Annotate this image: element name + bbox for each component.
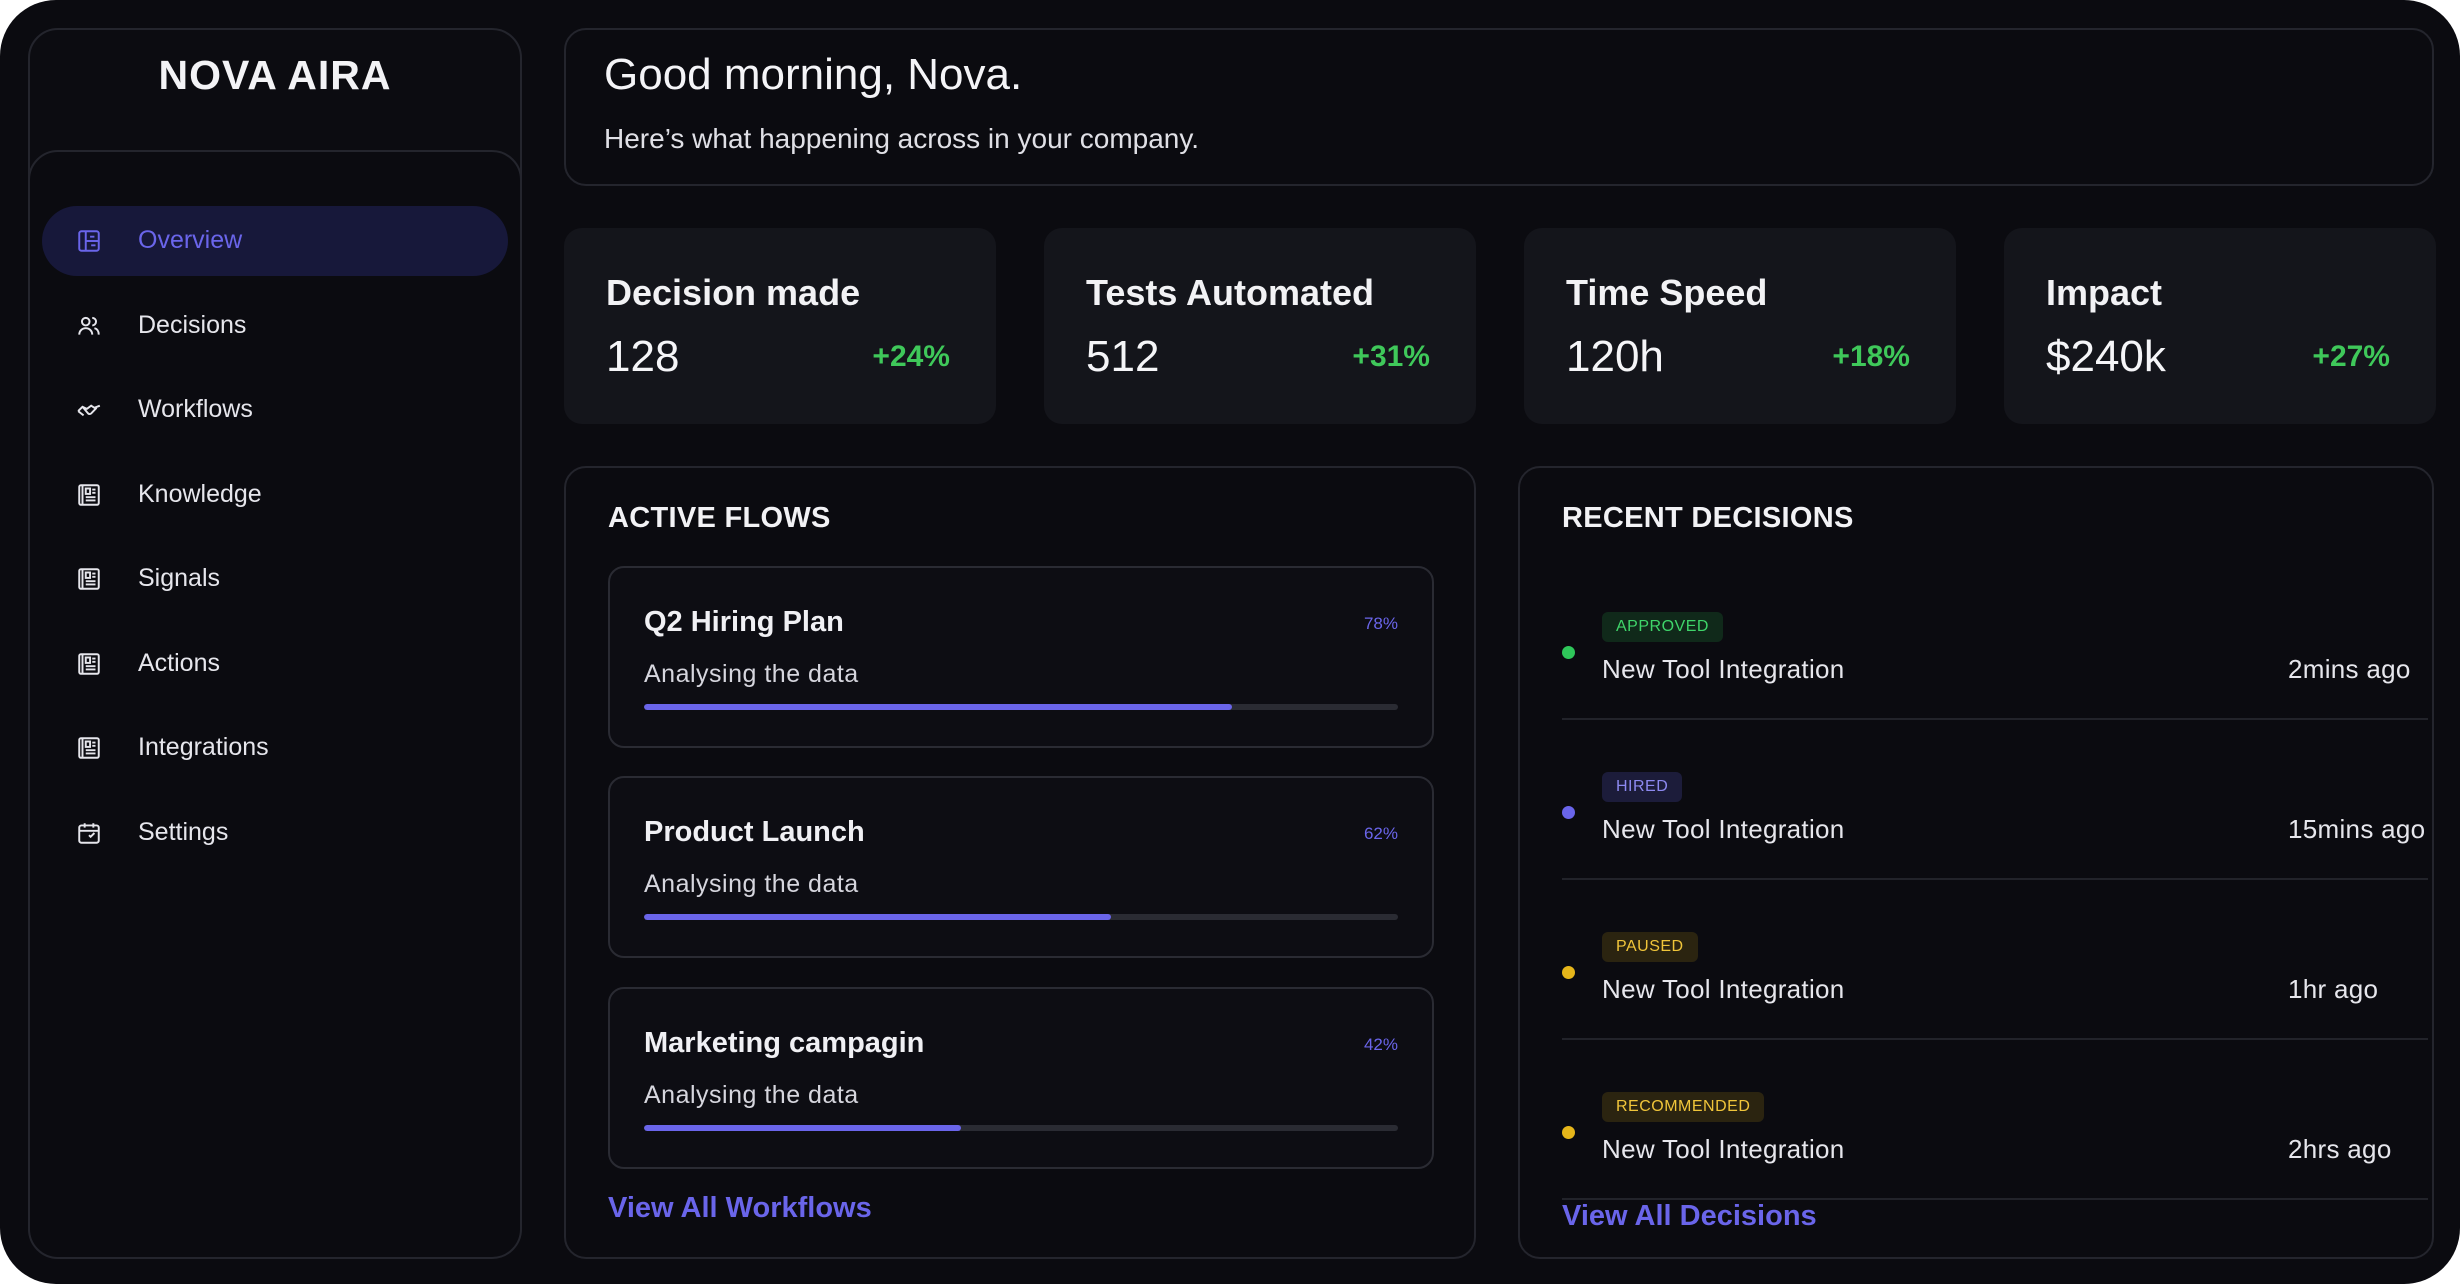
progress-bar bbox=[644, 1125, 1398, 1131]
divider bbox=[1562, 878, 2428, 880]
decision-name: New Tool Integration bbox=[1602, 1134, 1845, 1164]
active-flows-panel: ACTIVE FLOWS Q2 Hiring Plan 78% Analysin… bbox=[564, 466, 1476, 1259]
section-title: RECENT DECISIONS bbox=[1562, 502, 1854, 534]
sidebar-item-actions[interactable]: Actions bbox=[42, 629, 508, 699]
sidebar-item-label: Signals bbox=[138, 564, 220, 592]
document-icon bbox=[76, 651, 102, 677]
sidebar-item-label: Overview bbox=[138, 226, 243, 254]
progress-bar bbox=[644, 704, 1398, 710]
sidebar: NOVA AIRA Overview Decisions Workflows K… bbox=[28, 28, 522, 1259]
sidebar-item-label: Settings bbox=[138, 818, 229, 846]
stat-title: Impact bbox=[2046, 272, 2163, 313]
status-dot bbox=[1562, 646, 1575, 659]
status-dot bbox=[1562, 1126, 1575, 1139]
progress-fill bbox=[644, 914, 1112, 920]
sidebar-item-workflows[interactable]: Workflows bbox=[42, 375, 508, 445]
decision-time: 2mins ago bbox=[2288, 654, 2411, 684]
flow-status: Analysing the data bbox=[644, 1081, 859, 1109]
flow-percent: 78% bbox=[1363, 614, 1398, 633]
brand-logo: NOVA AIRA bbox=[158, 52, 392, 98]
flow-name: Marketing campagin bbox=[644, 1027, 925, 1059]
stat-value: 512 bbox=[1086, 332, 1160, 381]
flow-status: Analysing the data bbox=[644, 660, 859, 688]
sidebar-item-integrations[interactable]: Integrations bbox=[42, 713, 508, 783]
decision-name: New Tool Integration bbox=[1602, 974, 1845, 1004]
sidebar-nav: Overview Decisions Workflows Knowledge S… bbox=[28, 150, 522, 1259]
stat-change: +18% bbox=[1832, 340, 1910, 373]
list-item[interactable]: APPROVED New Tool Integration 2mins ago bbox=[1520, 592, 2436, 752]
recent-decisions-panel: RECENT DECISIONS APPROVED New Tool Integ… bbox=[1518, 466, 2434, 1259]
stat-card-tests: Tests Automated 512 +31% bbox=[1044, 228, 1476, 424]
flow-percent: 62% bbox=[1363, 824, 1398, 843]
app-window: NOVA AIRA Overview Decisions Workflows K… bbox=[0, 0, 2460, 1284]
status-dot bbox=[1562, 806, 1575, 819]
decision-name: New Tool Integration bbox=[1602, 814, 1845, 844]
list-item[interactable]: HIRED New Tool Integration 15mins ago bbox=[1520, 752, 2436, 912]
status-badge: PAUSED bbox=[1602, 932, 1698, 962]
sidebar-item-label: Decisions bbox=[138, 311, 247, 339]
sidebar-item-label: Integrations bbox=[138, 733, 269, 761]
handshake-icon bbox=[76, 397, 102, 423]
sidebar-item-knowledge[interactable]: Knowledge bbox=[42, 460, 508, 530]
list-item[interactable]: PAUSED New Tool Integration 1hr ago bbox=[1520, 912, 2436, 1072]
greeting-subtitle: Here’s what happening across in your com… bbox=[604, 123, 1200, 154]
document-icon bbox=[76, 566, 102, 592]
progress-fill bbox=[644, 704, 1233, 710]
status-badge: HIRED bbox=[1602, 772, 1683, 802]
sidebar-item-label: Workflows bbox=[138, 395, 253, 423]
greeting: Good morning, Nova. bbox=[604, 50, 1023, 99]
stat-value: $240k bbox=[2046, 332, 2166, 381]
status-badge: APPROVED bbox=[1602, 612, 1723, 642]
flow-card[interactable]: Product Launch 62% Analysing the data bbox=[608, 776, 1434, 958]
sidebar-item-decisions[interactable]: Decisions bbox=[42, 291, 508, 361]
view-all-decisions-link[interactable]: View All Decisions bbox=[1562, 1200, 1817, 1233]
welcome-header: Good morning, Nova. Here’s what happenin… bbox=[564, 28, 2434, 186]
sidebar-item-overview[interactable]: Overview bbox=[42, 206, 508, 276]
stat-card-decisions: Decision made 128 +24% bbox=[564, 228, 996, 424]
progress-fill bbox=[644, 1125, 961, 1131]
section-title: ACTIVE FLOWS bbox=[608, 502, 831, 534]
stat-change: +24% bbox=[872, 340, 950, 373]
stat-card-time-speed: Time Speed 120h +18% bbox=[1524, 228, 1956, 424]
users-icon bbox=[76, 313, 102, 339]
flow-card[interactable]: Marketing campagin 42% Analysing the dat… bbox=[608, 987, 1434, 1169]
flow-percent: 42% bbox=[1363, 1035, 1398, 1054]
stat-card-impact: Impact $240k +27% bbox=[2004, 228, 2436, 424]
status-dot bbox=[1562, 966, 1575, 979]
sidebar-item-signals[interactable]: Signals bbox=[42, 544, 508, 614]
flow-card[interactable]: Q2 Hiring Plan 78% Analysing the data bbox=[608, 566, 1434, 748]
calendar-icon bbox=[76, 820, 102, 846]
sidebar-item-label: Knowledge bbox=[138, 480, 262, 508]
document-icon bbox=[76, 735, 102, 761]
stat-change: +31% bbox=[1352, 340, 1430, 373]
stat-title: Tests Automated bbox=[1086, 272, 1375, 313]
decision-time: 15mins ago bbox=[2288, 814, 2426, 844]
flow-status: Analysing the data bbox=[644, 870, 859, 898]
flow-name: Q2 Hiring Plan bbox=[644, 606, 844, 638]
progress-bar bbox=[644, 914, 1398, 920]
sidebar-item-settings[interactable]: Settings bbox=[42, 798, 508, 868]
decision-time: 2hrs ago bbox=[2288, 1134, 2392, 1164]
decision-name: New Tool Integration bbox=[1602, 654, 1845, 684]
status-badge: RECOMMENDED bbox=[1602, 1092, 1765, 1122]
stat-value: 120h bbox=[1566, 332, 1664, 381]
stat-title: Time Speed bbox=[1566, 272, 1768, 313]
flow-name: Product Launch bbox=[644, 816, 865, 848]
view-all-workflows-link[interactable]: View All Workflows bbox=[608, 1192, 872, 1225]
layout-icon bbox=[76, 228, 102, 254]
document-icon bbox=[76, 482, 102, 508]
divider bbox=[1562, 1038, 2428, 1040]
sidebar-item-label: Actions bbox=[138, 649, 220, 677]
stat-value: 128 bbox=[606, 332, 680, 381]
stat-change: +27% bbox=[2312, 340, 2390, 373]
stat-title: Decision made bbox=[606, 272, 861, 313]
divider bbox=[1562, 718, 2428, 720]
decision-time: 1hr ago bbox=[2288, 974, 2379, 1004]
